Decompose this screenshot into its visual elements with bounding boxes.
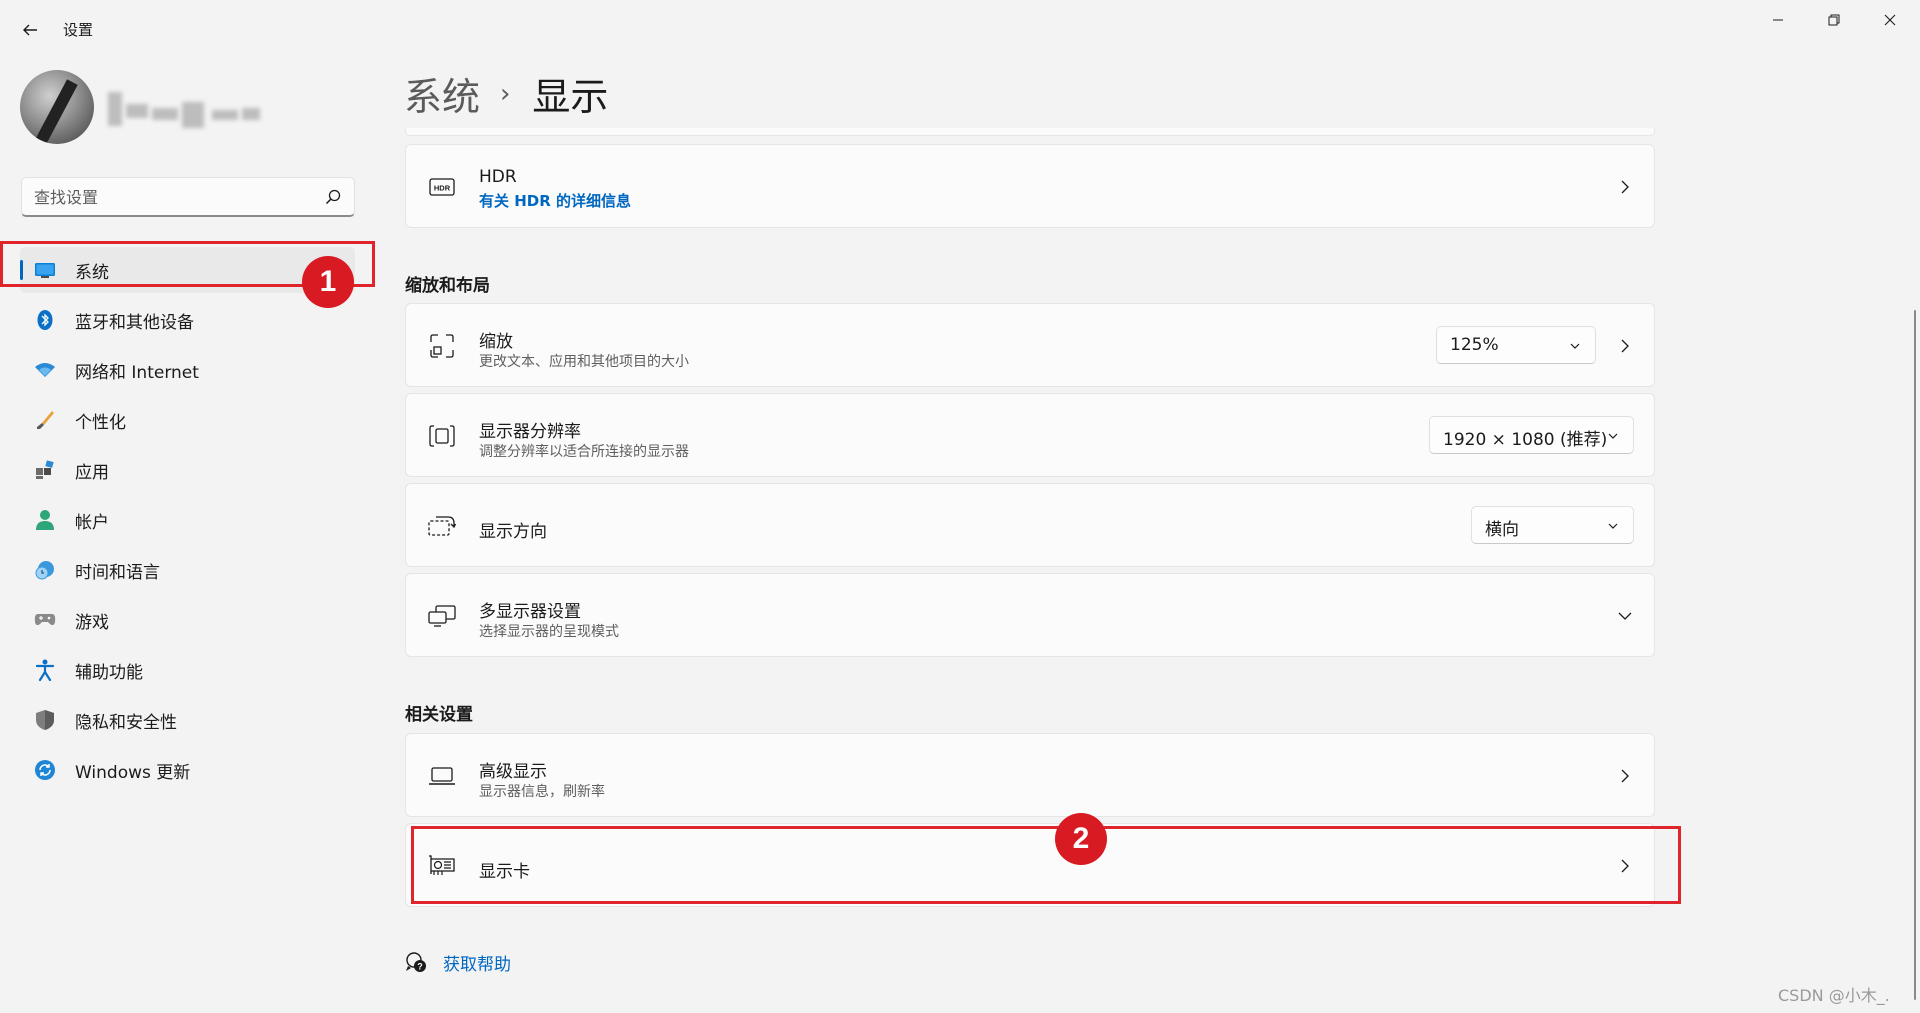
advanced-display-card[interactable]: 高级显示 显示器信息，刷新率 xyxy=(405,733,1655,817)
clock-globe-icon xyxy=(34,559,56,581)
breadcrumb-separator: › xyxy=(500,78,511,109)
sidebar-item-accessibility[interactable]: 辅助功能 xyxy=(20,647,355,693)
shield-icon xyxy=(34,709,56,731)
get-help-link[interactable]: ? 获取帮助 xyxy=(405,948,511,976)
username-blurred xyxy=(108,88,263,132)
chevron-down-icon[interactable] xyxy=(1618,609,1632,623)
multi-display-title: 多显示器设置 xyxy=(479,602,581,622)
breadcrumb-parent[interactable]: 系统 xyxy=(404,66,480,121)
laptop-icon xyxy=(428,762,456,790)
multi-display-card[interactable]: 多显示器设置 选择显示器的呈现模式 xyxy=(405,573,1655,657)
scale-icon xyxy=(428,332,456,360)
scale-dropdown[interactable]: 125% xyxy=(1436,326,1596,364)
sidebar-item-label: 个性化 xyxy=(75,412,126,433)
help-icon: ? xyxy=(406,952,426,972)
resolution-dropdown[interactable]: 1920 × 1080 (推荐) xyxy=(1429,416,1634,454)
title-bar: 设置 xyxy=(0,0,1920,60)
orientation-card: 显示方向 横向 xyxy=(405,483,1655,567)
annotation-box-2 xyxy=(411,826,1681,904)
sidebar-item-bluetooth[interactable]: 蓝牙和其他设备 xyxy=(20,297,355,343)
scale-value: 125% xyxy=(1450,335,1499,355)
hdr-card[interactable]: HDR HDR 有关 HDR 的详细信息 xyxy=(405,144,1655,228)
scrollbar[interactable] xyxy=(1914,310,1916,1000)
chevron-right-icon xyxy=(1621,339,1629,353)
resolution-title: 显示器分辨率 xyxy=(479,422,581,442)
minimize-icon xyxy=(1773,19,1783,21)
sidebar-item-network[interactable]: 网络和 Internet xyxy=(20,347,355,393)
wifi-icon xyxy=(34,359,56,381)
chevron-right-icon xyxy=(1621,180,1629,194)
sidebar-item-gaming[interactable]: 游戏 xyxy=(20,597,355,643)
svg-text:HDR: HDR xyxy=(434,184,451,193)
search-icon[interactable] xyxy=(324,188,342,206)
sidebar-item-personalization[interactable]: 个性化 xyxy=(20,397,355,443)
hdr-title: HDR xyxy=(479,167,517,187)
sidebar-item-label: 游戏 xyxy=(75,612,109,633)
section-heading-related: 相关设置 xyxy=(405,705,473,725)
breadcrumb: 系统 › 显示 xyxy=(404,66,608,121)
svg-text:?: ? xyxy=(417,962,423,972)
page-title: 显示 xyxy=(532,75,609,119)
advanced-display-subtitle: 显示器信息，刷新率 xyxy=(479,784,605,800)
sidebar-item-label: 隐私和安全性 xyxy=(75,712,177,733)
sidebar-item-windows-update[interactable]: Windows 更新 xyxy=(20,747,355,793)
resolution-card: 显示器分辨率 调整分辨率以适合所连接的显示器 1920 × 1080 (推荐) xyxy=(405,393,1655,477)
update-icon xyxy=(34,759,56,781)
chevron-down-icon xyxy=(1570,343,1580,349)
advanced-display-title: 高级显示 xyxy=(479,762,547,782)
sidebar-item-label: 辅助功能 xyxy=(75,662,143,683)
app-title: 设置 xyxy=(63,21,94,39)
resolution-value: 1920 × 1080 (推荐) xyxy=(1443,430,1608,450)
orientation-icon xyxy=(428,512,456,540)
back-button[interactable] xyxy=(14,14,46,46)
scale-title: 缩放 xyxy=(479,332,513,352)
search-box[interactable] xyxy=(21,177,355,217)
minimize-button[interactable] xyxy=(1750,0,1806,40)
multi-display-icon xyxy=(428,602,456,630)
resolution-icon xyxy=(428,422,456,450)
annotation-marker-1: 1 xyxy=(302,256,354,308)
watermark: CSDN @小木_. xyxy=(1778,986,1890,1005)
resolution-subtitle: 调整分辨率以适合所连接的显示器 xyxy=(479,444,689,460)
apps-icon xyxy=(34,459,56,481)
sidebar-item-label: 帐户 xyxy=(75,512,109,533)
arrow-left-icon xyxy=(23,24,37,36)
section-heading-scale-layout: 缩放和布局 xyxy=(405,276,490,296)
gamepad-icon xyxy=(34,609,56,631)
hdr-info-link[interactable]: 有关 HDR 的详细信息 xyxy=(479,190,631,211)
sidebar-item-label: 蓝牙和其他设备 xyxy=(75,312,194,333)
scale-subtitle: 更改文本、应用和其他项目的大小 xyxy=(479,354,689,370)
bluetooth-icon xyxy=(34,309,56,331)
sidebar-item-apps[interactable]: 应用 xyxy=(20,447,355,493)
multi-display-subtitle: 选择显示器的呈现模式 xyxy=(479,624,619,640)
chevron-down-icon xyxy=(1608,433,1618,439)
orientation-dropdown[interactable]: 横向 xyxy=(1471,506,1634,544)
close-button[interactable] xyxy=(1862,0,1918,40)
chevron-down-icon xyxy=(1608,523,1618,529)
close-icon xyxy=(1884,14,1896,26)
sidebar-item-label: 时间和语言 xyxy=(75,562,160,583)
orientation-title: 显示方向 xyxy=(479,522,547,542)
previous-card-edge xyxy=(405,128,1655,136)
search-input[interactable] xyxy=(34,186,314,208)
get-help-label[interactable]: 获取帮助 xyxy=(443,950,511,975)
accessibility-icon xyxy=(34,659,56,681)
hdr-icon: HDR xyxy=(428,173,456,201)
sidebar-item-accounts[interactable]: 帐户 xyxy=(20,497,355,543)
sidebar-item-label: Windows 更新 xyxy=(75,762,191,783)
sidebar-item-label: 网络和 Internet xyxy=(75,362,199,383)
sidebar-item-label: 应用 xyxy=(75,462,109,483)
orientation-value: 横向 xyxy=(1485,520,1519,540)
sidebar-item-time-language[interactable]: 时间和语言 xyxy=(20,547,355,593)
chevron-right-icon xyxy=(1621,769,1629,783)
restore-icon xyxy=(1828,14,1840,26)
person-icon xyxy=(34,509,56,531)
annotation-marker-2: 2 xyxy=(1055,813,1107,865)
restore-button[interactable] xyxy=(1806,0,1862,40)
brush-icon xyxy=(34,409,56,431)
avatar[interactable] xyxy=(20,70,94,144)
scale-card[interactable]: 缩放 更改文本、应用和其他项目的大小 125% xyxy=(405,303,1655,387)
sidebar-item-privacy[interactable]: 隐私和安全性 xyxy=(20,697,355,743)
sidebar-nav: 系统 蓝牙和其他设备 网络和 Internet 个性化 应用 帐户 时间和语言 … xyxy=(20,247,355,797)
